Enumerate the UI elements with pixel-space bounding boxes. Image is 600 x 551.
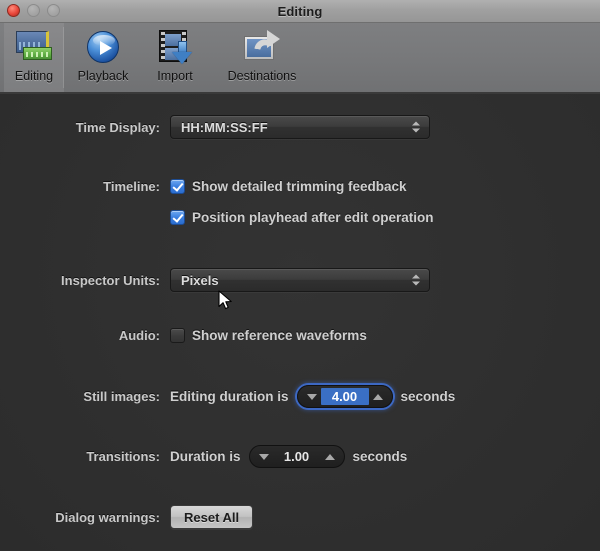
timeline-checkbox-2[interactable]: Position playhead after edit operation [170,210,434,225]
title-bar: Editing [0,0,600,23]
stepper-increment-icon[interactable] [372,393,383,400]
audio-label: Audio: [118,328,160,343]
row-transitions: Transitions: Duration is 1.00 seconds [0,445,407,468]
still-images-duration-value[interactable]: 4.00 [320,388,369,405]
toolbar-item-import-label: Import [157,69,193,83]
still-images-duration-stepper[interactable]: 4.00 [296,385,393,408]
close-button[interactable] [7,4,20,17]
preferences-content: Time Display: HH:MM:SS:FF Timeline: Show… [0,94,600,550]
transitions-suffix: seconds [352,449,408,464]
transitions-duration-stepper[interactable]: 1.00 [248,445,345,468]
preferences-toolbar: Editing Playback Import Destinations [0,23,600,94]
still-images-prefix: Editing duration is [170,389,289,404]
inspector-units-popup[interactable]: Pixels [170,268,430,292]
still-images-suffix: seconds [400,389,456,404]
transitions-duration-value[interactable]: 1.00 [273,448,321,465]
toolbar-item-editing[interactable]: Editing [4,23,64,92]
row-timeline: Timeline: Show detailed trimming feedbac… [0,179,407,194]
row-timeline-second: Position playhead after edit operation [0,210,434,225]
timeline-checkbox-2-label: Position playhead after edit operation [192,210,434,225]
chevron-updown-icon [412,121,420,133]
timeline-checkbox-1[interactable]: Show detailed trimming feedback [170,179,407,194]
transitions-label: Transitions: [86,449,160,464]
toolbar-item-import[interactable]: Import [142,23,208,92]
window-title: Editing [277,3,323,19]
destinations-icon [241,28,283,68]
transitions-prefix: Duration is [170,449,241,464]
stepper-increment-icon[interactable] [324,453,335,460]
traffic-light-group [7,4,60,17]
preferences-window: Editing Editing Playback Import Destinat… [0,0,600,551]
row-dialog-warnings: Dialog warnings: Reset All [0,505,254,529]
time-display-value: HH:MM:SS:FF [181,119,268,135]
minimize-button[interactable] [27,4,40,17]
inspector-units-value: Pixels [181,272,219,288]
toolbar-item-editing-label: Editing [14,69,54,83]
import-icon [154,28,196,68]
still-images-label: Still images: [83,389,160,404]
toolbar-item-playback-label: Playback [77,69,129,83]
mouse-cursor [218,290,232,310]
playback-icon [82,28,124,68]
audio-checkbox-row[interactable]: Show reference waveforms [170,328,367,343]
editing-icon [13,28,55,68]
row-audio: Audio: Show reference waveforms [0,328,367,343]
time-display-popup[interactable]: HH:MM:SS:FF [170,115,430,139]
row-time-display: Time Display: HH:MM:SS:FF [0,115,430,139]
checkbox-show-reference-waveforms[interactable] [170,328,185,343]
toolbar-item-destinations-label: Destinations [227,69,297,83]
checkbox-show-detailed-trimming-feedback[interactable] [170,179,185,194]
chevron-updown-icon [412,274,420,286]
timeline-checkbox-1-label: Show detailed trimming feedback [192,179,407,194]
zoom-button[interactable] [47,4,60,17]
timeline-label: Timeline: [103,179,160,194]
audio-checkbox-label: Show reference waveforms [192,328,367,343]
time-display-label: Time Display: [75,119,160,135]
row-still-images: Still images: Editing duration is 4.00 s… [0,385,455,408]
stepper-decrement-icon[interactable] [258,453,269,460]
toolbar-item-playback[interactable]: Playback [64,23,142,92]
reset-all-button[interactable]: Reset All [170,505,254,529]
row-inspector-units: Inspector Units: Pixels [0,268,430,292]
toolbar-item-destinations[interactable]: Destinations [208,23,316,92]
dialog-warnings-label: Dialog warnings: [55,509,160,525]
checkbox-position-playhead-after-edit[interactable] [170,210,185,225]
stepper-decrement-icon[interactable] [306,393,317,400]
inspector-units-label: Inspector Units: [61,272,160,288]
